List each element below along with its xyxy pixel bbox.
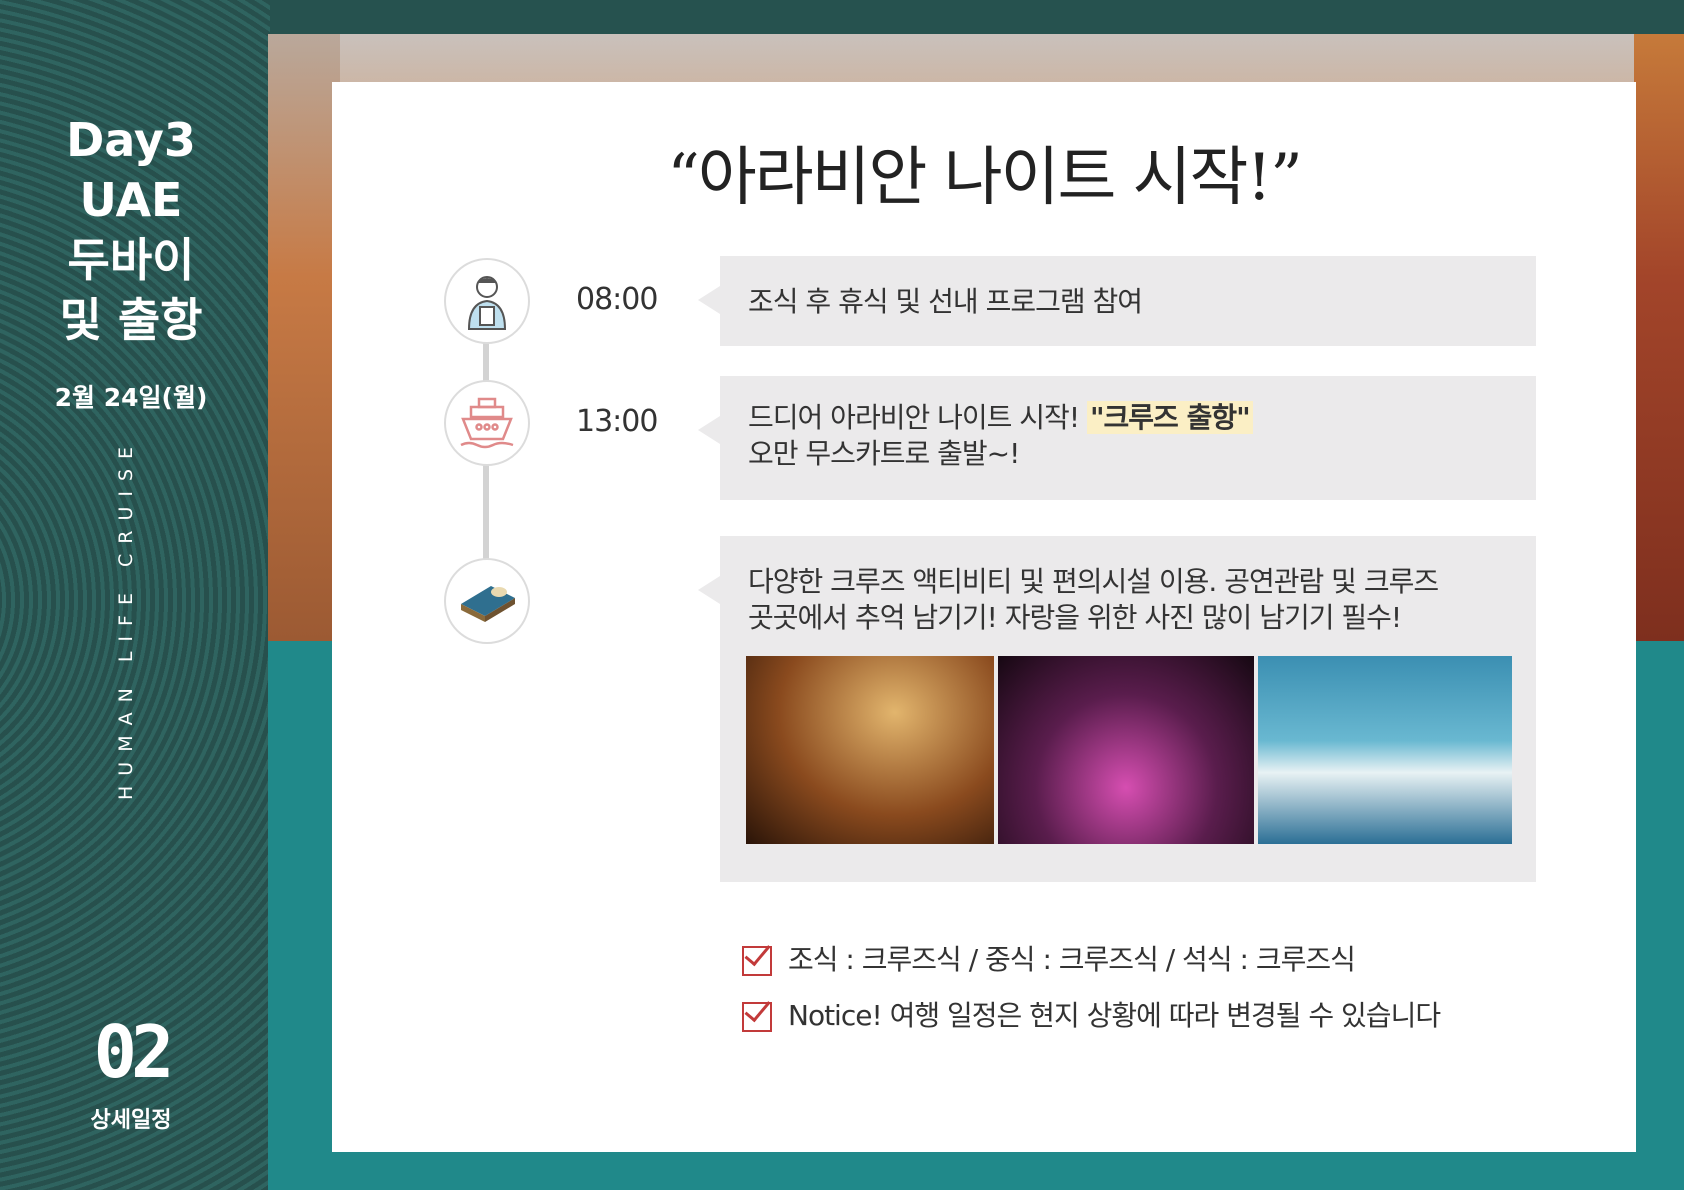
- timeline-item: 드디어 아라비안 나이트 시작! "크루즈 출항" 오만 무스카트로 출발~!: [698, 376, 1536, 500]
- brand-vertical-text: HUMAN LIFE CRUISE: [115, 436, 137, 800]
- timeline-text: 다양한 크루즈 액티비티 및 편의시설 이용. 공연관람 및 크루즈: [748, 565, 1439, 598]
- page-number: 02: [93, 1010, 175, 1094]
- day-title: Day3 UAE 두바이 및 출항: [59, 113, 203, 347]
- timeline-text-line2: 오만 무스카트로 출발~!: [748, 437, 1020, 470]
- timeline-text: 조식 후 휴식 및 선내 프로그램 참여: [748, 285, 1143, 318]
- checkbox-icon: [742, 946, 772, 976]
- reading-person-icon: [444, 258, 530, 344]
- page-label: 상세일정: [90, 1108, 172, 1133]
- show-photo: [998, 656, 1254, 844]
- timeline-text: 곳곳에서 추억 남기기! 자랑을 위한 사진 많이 남기기 필수!: [748, 601, 1402, 634]
- sidebar: Day3 UAE 두바이 및 출항 2월 24일(월) HUMAN LIFE C…: [0, 0, 270, 1190]
- bed-icon: [444, 558, 530, 644]
- timeline-time: 08:00: [576, 282, 658, 317]
- background-photo-left: [268, 34, 340, 641]
- page-title: “아라비안 나이트 시작!”: [667, 141, 1303, 215]
- timeline-item: 다양한 크루즈 액티비티 및 편의시설 이용. 공연관람 및 크루즈 곳곳에서 …: [698, 536, 1536, 882]
- surfing-photo: [1258, 656, 1512, 844]
- cruise-ship-icon: [444, 380, 530, 466]
- departure-highlight: "크루즈 출항": [1086, 401, 1253, 434]
- meal-info: 조식 : 크루즈식 / 중식 : 크루즈식 / 석식 : 크루즈식: [742, 938, 1356, 978]
- day-date: 2월 24일(월): [54, 383, 208, 412]
- notice-info: Notice! 여행 일정은 현지 상황에 따라 변경될 수 있습니다: [742, 994, 1441, 1034]
- background-photo-right: [1634, 34, 1684, 641]
- casino-photo: [746, 656, 994, 844]
- timeline-item: 조식 후 휴식 및 선내 프로그램 참여: [698, 256, 1536, 346]
- timeline-text-line1: 드디어 아라비안 나이트 시작! "크루즈 출항": [748, 376, 1536, 436]
- timeline-time: 13:00: [576, 404, 658, 439]
- checkbox-icon: [742, 1002, 772, 1032]
